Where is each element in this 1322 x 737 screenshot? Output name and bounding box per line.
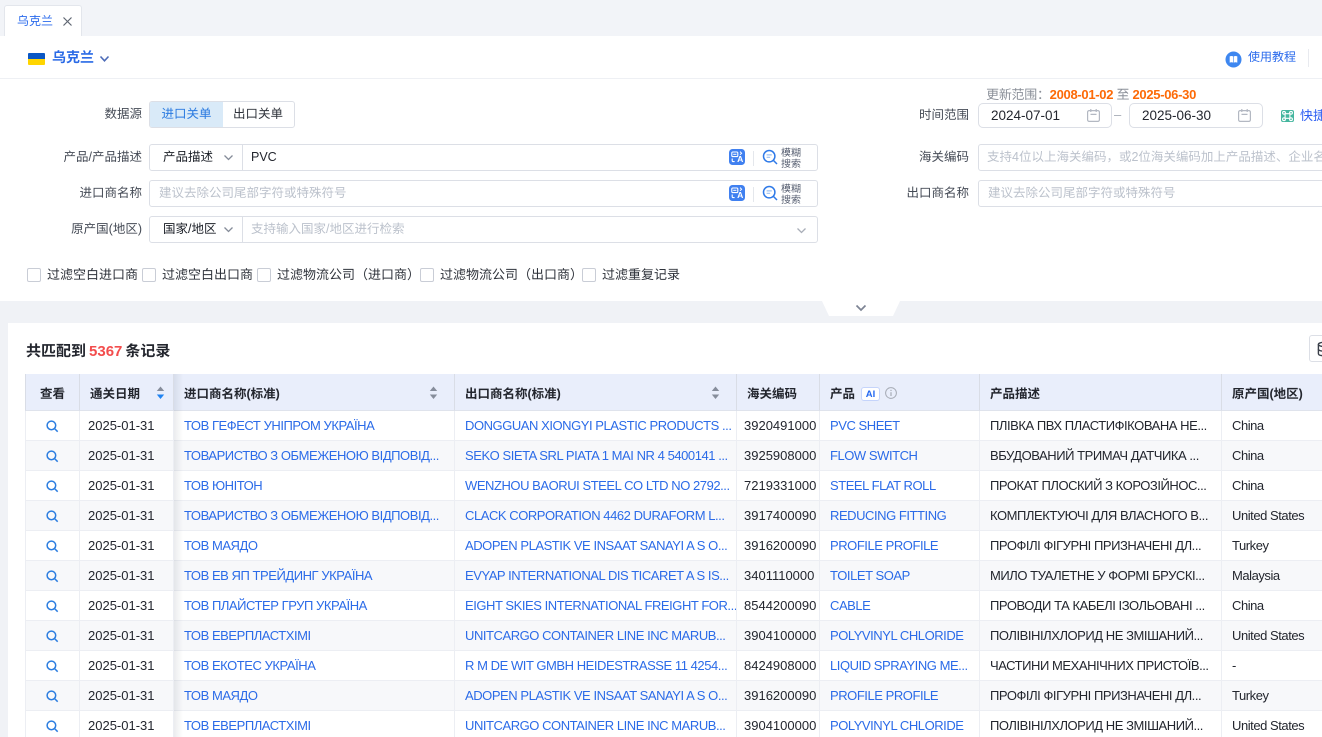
svg-text:A: A xyxy=(737,154,743,164)
svg-text:A: A xyxy=(737,190,743,200)
